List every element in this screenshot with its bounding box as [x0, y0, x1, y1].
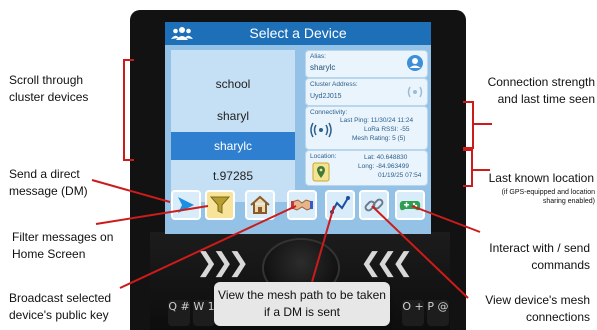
callout-broadcast: Broadcast selected device's public key: [9, 291, 112, 322]
callout-scroll: Scroll through cluster devices: [9, 73, 89, 104]
callout-dm: Send a direct message (DM): [9, 167, 88, 198]
mesh-path-tooltip: View the mesh path to be taken if a DM i…: [214, 282, 390, 326]
callout-connection: Connection strength and last time seen: [487, 75, 595, 106]
callout-interact: Interact with / send commands: [489, 241, 590, 272]
filter-arrow: [95, 205, 209, 225]
scroll-bracket: [123, 59, 134, 161]
callout-lines: [91, 59, 492, 299]
mesh-path-arrow: [311, 205, 335, 283]
connection-bracket: [463, 101, 474, 149]
interact-arrow: [411, 205, 481, 233]
callout-location: Last known location: [488, 171, 594, 185]
broadcast-arrow: [119, 205, 297, 289]
callout-location-note: (if GPS-equipped and location sharing en…: [501, 189, 595, 205]
callout-filter: Filter messages on Home Screen: [12, 230, 114, 261]
callout-mesh: View device's mesh connections: [485, 293, 590, 324]
